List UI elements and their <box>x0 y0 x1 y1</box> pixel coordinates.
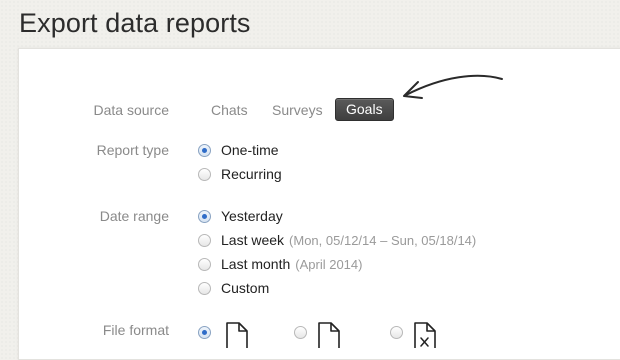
date-range-label: Date range <box>99 208 169 224</box>
data-source-label: Data source <box>93 102 169 118</box>
option-label: One-time <box>221 142 279 158</box>
page-title: Export data reports <box>19 8 251 38</box>
option-label: Recurring <box>221 166 282 182</box>
option-note: (Mon, 05/12/14 – Sun, 05/18/14) <box>289 232 477 248</box>
option-label: Yesterday <box>221 208 283 224</box>
radio-yesterday[interactable] <box>198 209 211 223</box>
option-label: Custom <box>221 280 270 296</box>
radio-one-time[interactable] <box>198 143 211 157</box>
tab-chats[interactable]: Chats <box>211 102 248 118</box>
radio-csv[interactable] <box>198 326 211 339</box>
option-label: Last month <box>221 256 291 272</box>
tab-goals[interactable]: Goals <box>335 98 394 121</box>
file-format-csv[interactable] <box>198 322 249 348</box>
export-form-panel <box>18 48 620 360</box>
date-range-last-month[interactable]: Last month (April 2014) <box>198 255 362 273</box>
option-label: Last week <box>221 232 285 248</box>
radio-excel[interactable] <box>390 326 403 339</box>
file-format-excel[interactable] <box>390 322 437 348</box>
csv-file-icon <box>226 322 248 348</box>
pointer-arrow-icon <box>403 74 503 99</box>
radio-recurring[interactable] <box>198 167 211 181</box>
radio-last-week[interactable] <box>198 233 211 247</box>
file-format-document[interactable] <box>294 322 341 348</box>
excel-file-icon <box>414 322 436 348</box>
date-range-yesterday[interactable]: Yesterday <box>198 207 283 225</box>
radio-custom[interactable] <box>198 281 211 295</box>
date-range-custom[interactable]: Custom <box>198 279 269 297</box>
document-file-icon <box>318 322 340 348</box>
tab-surveys[interactable]: Surveys <box>272 102 323 118</box>
radio-last-month[interactable] <box>198 257 211 271</box>
radio-document[interactable] <box>294 326 307 339</box>
file-format-label: File format <box>102 322 169 338</box>
report-type-one-time[interactable]: One-time <box>198 141 279 159</box>
report-type-recurring[interactable]: Recurring <box>198 165 282 183</box>
option-note: (April 2014) <box>295 256 363 272</box>
date-range-last-week[interactable]: Last week (Mon, 05/12/14 – Sun, 05/18/14… <box>198 231 476 249</box>
report-type-label: Report type <box>96 142 169 158</box>
